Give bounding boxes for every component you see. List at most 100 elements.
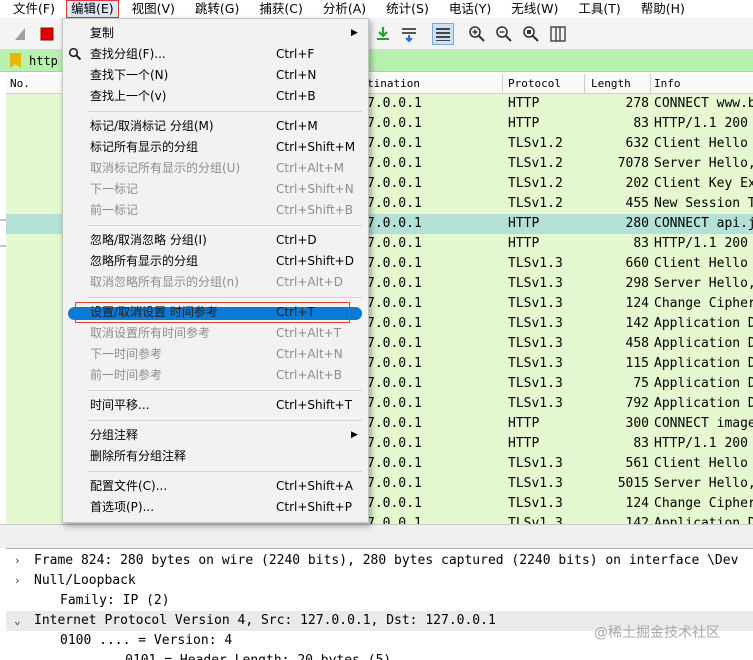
menu-item-label: 查找下一个(N) <box>90 68 169 82</box>
length-cell: 660 <box>625 256 649 271</box>
menu-item-shortcut: Ctrl+Shift+P <box>276 500 352 514</box>
edit-menu-item[interactable]: 查找下一个(N) Ctrl+N <box>63 65 368 86</box>
column-protocol[interactable]: Protocol <box>508 77 561 90</box>
menu-capture[interactable]: 捕获(C) <box>246 0 309 18</box>
colorize-icon[interactable] <box>432 23 454 45</box>
auto-scroll-icon[interactable] <box>398 23 420 45</box>
menu-item-label: 配置文件(C)... <box>90 479 168 493</box>
info-cell: Application D <box>654 516 753 524</box>
length-cell: 298 <box>625 276 649 291</box>
menu-item-label: 前一时间参考 <box>90 368 163 382</box>
edit-menu-item[interactable]: 配置文件(C)... Ctrl+Shift+A <box>63 476 368 497</box>
detail-row[interactable]: .... 0101 = Header Length: 20 bytes (5) <box>6 651 753 660</box>
info-cell: Client Hello <box>654 136 748 151</box>
menu-item-shortcut: Ctrl+D <box>276 233 317 247</box>
bookmark-icon[interactable] <box>10 53 21 68</box>
menu-item-label: 前一标记 <box>90 203 139 217</box>
info-cell: Client Hello <box>654 256 748 271</box>
info-cell: Application D <box>654 396 753 411</box>
protocol-cell: TLSv1.2 <box>508 156 563 171</box>
length-cell: 280 <box>625 216 649 231</box>
column-destination[interactable]: tination <box>367 77 420 90</box>
protocol-cell: HTTP <box>508 236 540 251</box>
edit-menu-item[interactable]: 分组注释 ▶ <box>63 425 368 446</box>
length-cell: 300 <box>625 416 649 431</box>
menu-separator <box>87 420 362 421</box>
info-cell: Server Hello, <box>654 156 753 171</box>
length-cell: 83 <box>633 436 649 451</box>
detail-row[interactable]: › Frame 824: 280 bytes on wire (2240 bits… <box>6 551 753 571</box>
resize-columns-icon[interactable] <box>547 23 569 45</box>
edit-menu-item: 前一标记 Ctrl+Shift+B <box>63 200 368 221</box>
edit-menu-item: 下一标记 Ctrl+Shift+N <box>63 179 368 200</box>
column-info[interactable]: Info <box>654 77 681 90</box>
menu-go[interactable]: 跳转(G) <box>182 0 246 18</box>
expand-caret-icon[interactable]: › <box>14 571 24 591</box>
detail-row[interactable]: Family: IP (2) <box>6 591 753 611</box>
submenu-arrow-icon: ▶ <box>351 430 358 440</box>
expand-caret-icon[interactable]: ⌄ <box>14 611 24 631</box>
edit-menu-item[interactable]: 时间平移... Ctrl+Shift+T <box>63 395 368 416</box>
edit-menu-item[interactable]: 删除所有分组注释 <box>63 446 368 467</box>
protocol-cell: TLSv1.3 <box>508 396 563 411</box>
destination-cell: 7.0.0.1 <box>367 316 422 331</box>
edit-menu-item[interactable]: 设置/取消设置 时间参考 Ctrl+T <box>63 302 368 323</box>
length-cell: 124 <box>625 496 649 511</box>
edit-menu-item[interactable]: 忽略所有显示的分组 Ctrl+Shift+D <box>63 251 368 272</box>
protocol-cell: TLSv1.3 <box>508 496 563 511</box>
menu-file[interactable]: 文件(F) <box>0 0 62 18</box>
edit-menu-item[interactable]: 忽略/取消忽略 分组(I) Ctrl+D <box>63 230 368 251</box>
menu-help[interactable]: 帮助(H) <box>628 0 692 18</box>
download-icon[interactable] <box>372 23 394 45</box>
length-cell: 5015 <box>617 476 649 491</box>
length-cell: 142 <box>625 516 649 524</box>
info-cell: HTTP/1.1 200 <box>654 236 748 251</box>
edit-menu-item[interactable]: 复制 ▶ <box>63 23 368 44</box>
destination-cell: 7.0.0.1 <box>367 156 422 171</box>
menu-item-shortcut: Ctrl+Alt+T <box>276 326 342 340</box>
zoom-reset-icon[interactable] <box>520 23 542 45</box>
expand-caret-icon[interactable]: › <box>14 551 24 571</box>
stop-capture-icon[interactable] <box>36 23 58 45</box>
detail-text: 0100 .... = Version: 4 <box>60 633 233 648</box>
menu-edit[interactable]: 编辑(E) <box>65 0 119 18</box>
menu-view[interactable]: 视图(V) <box>119 0 182 18</box>
column-no[interactable]: No. <box>10 77 30 90</box>
zoom-in-icon[interactable] <box>466 23 488 45</box>
zoom-out-icon[interactable] <box>493 23 515 45</box>
edit-menu-item[interactable]: 标记/取消标记 分组(M) Ctrl+M <box>63 116 368 137</box>
menu-item-shortcut: Ctrl+Shift+A <box>276 479 353 493</box>
shark-fin-icon[interactable] <box>10 23 32 45</box>
edit-menu-item[interactable]: 标记所有显示的分组 Ctrl+Shift+M <box>63 137 368 158</box>
edit-menu-item: 取消设置所有时间参考 Ctrl+Alt+T <box>63 323 368 344</box>
detail-row[interactable]: › Null/Loopback <box>6 571 753 591</box>
menu-item-label: 下一时间参考 <box>90 347 163 361</box>
column-length[interactable]: Length <box>591 77 631 90</box>
protocol-cell: HTTP <box>508 116 540 131</box>
menu-analyze[interactable]: 分析(A) <box>310 0 373 18</box>
info-cell: HTTP/1.1 200 <box>654 116 748 131</box>
edit-menu-item: 前一时间参考 Ctrl+Alt+B <box>63 365 368 386</box>
menu-telephony[interactable]: 电话(Y) <box>436 0 498 18</box>
menu-tools[interactable]: 工具(T) <box>565 0 627 18</box>
info-cell: Client Hello <box>654 456 748 471</box>
protocol-cell: TLSv1.3 <box>508 476 563 491</box>
menu-wireless[interactable]: 无线(W) <box>498 0 565 18</box>
destination-cell: 7.0.0.1 <box>367 336 422 351</box>
menu-item-label: 分组注释 <box>90 428 139 442</box>
length-cell: 142 <box>625 316 649 331</box>
edit-menu-item[interactable]: 查找分组(F)... Ctrl+F <box>63 44 368 65</box>
edit-menu-item[interactable]: 首选项(P)... Ctrl+Shift+P <box>63 497 368 518</box>
protocol-cell: HTTP <box>508 436 540 451</box>
menu-item-label: 复制 <box>90 26 115 40</box>
menu-item-shortcut: Ctrl+B <box>276 89 316 103</box>
info-cell: HTTP/1.1 200 <box>654 436 748 451</box>
edit-menu-item[interactable]: 查找上一个(v) Ctrl+B <box>63 86 368 107</box>
destination-cell: 7.0.0.1 <box>367 496 422 511</box>
length-cell: 632 <box>625 136 649 151</box>
pane-splitter[interactable] <box>0 524 753 548</box>
protocol-cell: HTTP <box>508 96 540 111</box>
destination-cell: 7.0.0.1 <box>367 356 422 371</box>
destination-cell: 7.0.0.1 <box>367 276 422 291</box>
menu-statistics[interactable]: 统计(S) <box>373 0 436 18</box>
